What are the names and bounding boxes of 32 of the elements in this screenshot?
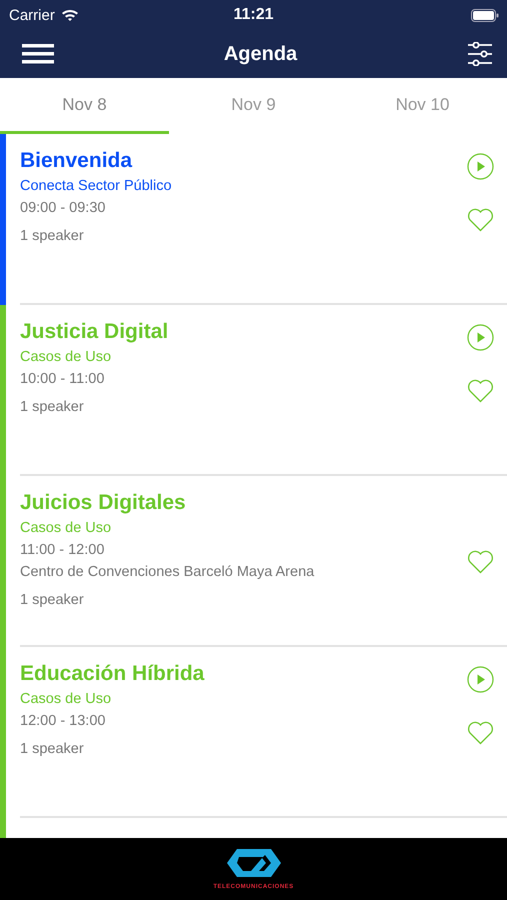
page-title: Agenda <box>224 42 298 66</box>
heart-icon[interactable] <box>467 208 494 232</box>
logo-icon <box>224 848 282 878</box>
session-location: Centro de Convenciones Barceló Maya Arena <box>20 563 314 582</box>
speaker-count: 1 speaker <box>20 740 84 759</box>
session-time: 12:00 - 13:00 <box>20 712 106 731</box>
session-track: Casos de Uso <box>20 519 112 538</box>
play-icon[interactable] <box>467 666 494 693</box>
session-time: 10:00 - 11:00 <box>20 370 104 389</box>
session-time: 09:00 - 09:30 <box>20 199 106 218</box>
session-title[interactable]: Juicios Digitales <box>20 490 186 516</box>
session-title[interactable]: Educación Híbrida <box>20 661 204 687</box>
session-track: Conecta Sector Público <box>20 177 172 196</box>
session-time: 11:00 - 12:00 <box>20 541 104 560</box>
filter-sliders-icon[interactable] <box>467 42 493 66</box>
status-time: 11:21 <box>232 6 275 24</box>
heart-icon[interactable] <box>467 550 494 574</box>
wifi-icon <box>60 8 79 22</box>
session-track: Casos de Uso <box>20 348 112 367</box>
carrier-label: Carrier <box>9 6 55 24</box>
speaker-count: 1 speaker <box>20 398 84 417</box>
session-title[interactable]: Bienvenida <box>20 148 132 174</box>
play-icon[interactable] <box>467 324 494 351</box>
session-track: Casos de Uso <box>20 690 112 709</box>
session-title[interactable]: Justicia Digital <box>20 319 168 345</box>
menu-icon[interactable] <box>22 44 54 64</box>
speaker-count: 1 speaker <box>20 591 84 610</box>
play-icon[interactable] <box>467 153 494 180</box>
speaker-count: 1 speaker <box>20 227 84 246</box>
battery-icon <box>471 8 499 22</box>
heart-icon[interactable] <box>467 379 494 403</box>
heart-icon[interactable] <box>467 721 494 745</box>
